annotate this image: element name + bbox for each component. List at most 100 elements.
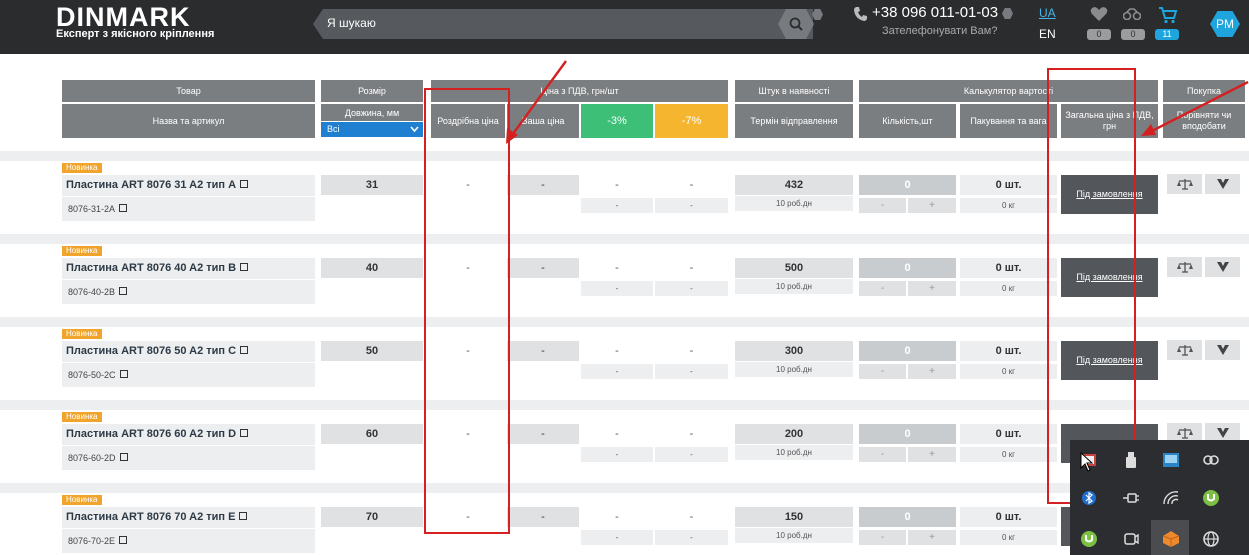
stock-cell: 432 xyxy=(735,175,853,195)
discount3-sub: - xyxy=(581,447,653,462)
compare-icon[interactable] xyxy=(1123,8,1141,20)
quantity-plus-button[interactable]: + xyxy=(908,198,956,213)
like-button[interactable] xyxy=(1205,257,1240,277)
quantity-input[interactable]: 0 xyxy=(859,424,956,444)
product-name[interactable]: Пластина ART 8076 50 A2 тип C xyxy=(62,341,315,362)
system-tray-popup xyxy=(1070,440,1249,555)
camera-icon[interactable] xyxy=(1120,528,1142,550)
search-options-icon[interactable] xyxy=(812,9,823,20)
copy-icon[interactable] xyxy=(119,370,128,378)
like-button[interactable] xyxy=(1205,174,1240,194)
copy-icon[interactable] xyxy=(240,346,249,354)
quantity-minus-button[interactable]: - xyxy=(859,364,906,379)
scales-icon xyxy=(1176,262,1193,273)
product-article: 8076-60-2D xyxy=(62,446,315,470)
compare-button[interactable] xyxy=(1167,257,1202,277)
product-name[interactable]: Пластина ART 8076 60 A2 тип D xyxy=(62,424,315,445)
article-text: 8076-50-2C xyxy=(68,370,116,380)
pack-cell: 0 шт. xyxy=(960,424,1057,444)
copy-icon[interactable] xyxy=(119,287,128,295)
stock-cell: 300 xyxy=(735,341,853,361)
quantity-plus-button[interactable]: + xyxy=(908,447,956,462)
phone-number[interactable]: +38 096 011-01-03 xyxy=(872,4,998,21)
annotation-box-retail xyxy=(424,88,510,534)
th-size: Розмір xyxy=(321,80,423,102)
th-discount-3: -3% xyxy=(581,104,653,138)
article-text: 8076-40-2B xyxy=(68,287,116,297)
wifi-icon[interactable] xyxy=(1160,487,1182,509)
weight-cell: 0 кг xyxy=(960,364,1057,379)
copy-icon[interactable] xyxy=(240,429,249,437)
quantity-minus-button[interactable]: - xyxy=(859,281,906,296)
like-button[interactable] xyxy=(1205,340,1240,360)
copy-icon[interactable] xyxy=(240,263,249,271)
your-price-cell: - xyxy=(507,341,579,361)
scales-icon xyxy=(1176,179,1193,190)
quantity-plus-button[interactable]: + xyxy=(908,281,956,296)
quantity-plus-button[interactable]: + xyxy=(908,530,956,545)
length-filter-value: Всі xyxy=(327,124,340,134)
quantity-input[interactable]: 0 xyxy=(859,507,956,527)
cart-icon[interactable] xyxy=(1158,6,1178,24)
discount3-cell: - xyxy=(615,345,619,357)
lang-en[interactable]: EN xyxy=(1039,27,1056,41)
copy-icon[interactable] xyxy=(119,453,128,461)
quantity-plus-button[interactable]: + xyxy=(908,364,956,379)
product-name-text[interactable]: Пластина ART 8076 40 A2 тип B xyxy=(66,262,236,274)
pack-cell: 0 шт. xyxy=(960,341,1057,361)
annotation-box-total xyxy=(1047,68,1136,504)
discount3-sub: - xyxy=(581,198,653,213)
your-price-cell: - xyxy=(507,258,579,278)
discount3-sub: - xyxy=(581,281,653,296)
callback-link[interactable]: Зателефонувати Вам? xyxy=(882,25,997,37)
search-input[interactable] xyxy=(327,10,767,36)
discount7-cell: - xyxy=(689,345,694,357)
globe-icon[interactable] xyxy=(1200,528,1222,550)
quantity-minus-button[interactable]: - xyxy=(859,530,906,545)
product-name-text[interactable]: Пластина ART 8076 70 A2 тип E xyxy=(66,511,235,523)
usb-drive-icon[interactable] xyxy=(1120,449,1142,471)
quantity-minus-button[interactable]: - xyxy=(859,447,906,462)
length-filter-select[interactable]: Всі xyxy=(321,122,423,137)
heart-shield-icon xyxy=(1216,345,1229,355)
quantity-minus-button[interactable]: - xyxy=(859,198,906,213)
quantity-input[interactable]: 0 xyxy=(859,175,956,195)
product-name[interactable]: Пластина ART 8076 40 A2 тип B xyxy=(62,258,315,279)
product-name-text[interactable]: Пластина ART 8076 50 A2 тип C xyxy=(66,345,236,357)
scales-icon xyxy=(1176,428,1193,439)
pack-cell: 0 шт. xyxy=(960,507,1057,527)
lang-ua[interactable]: UA xyxy=(1039,6,1056,20)
copy-icon[interactable] xyxy=(119,204,128,212)
your-price-cell: - xyxy=(507,507,579,527)
dispatch-cell: 10 роб.дн xyxy=(735,445,853,460)
copy-icon[interactable] xyxy=(119,536,128,544)
utorrent-icon-2[interactable] xyxy=(1078,528,1100,550)
discount7-cell: - xyxy=(689,262,694,274)
product-name-text[interactable]: Пластина ART 8076 31 A2 тип A xyxy=(66,179,236,191)
utorrent-icon[interactable] xyxy=(1200,487,1222,509)
compare-button[interactable] xyxy=(1167,174,1202,194)
product-name[interactable]: Пластина ART 8076 31 A2 тип A xyxy=(62,175,315,196)
copy-icon[interactable] xyxy=(240,180,249,188)
scales-icon xyxy=(1176,345,1193,356)
product-name-text[interactable]: Пластина ART 8076 60 A2 тип D xyxy=(66,428,236,440)
bluetooth-icon[interactable] xyxy=(1078,487,1100,509)
product-name[interactable]: Пластина ART 8076 70 A2 тип E xyxy=(62,507,315,528)
avatar[interactable]: PM xyxy=(1210,11,1240,37)
discount7-sub: - xyxy=(655,530,728,545)
display-settings-icon[interactable] xyxy=(1160,449,1182,471)
copy-icon[interactable] xyxy=(239,512,248,520)
box-app-icon[interactable] xyxy=(1160,528,1182,550)
discount3-cell: - xyxy=(615,428,619,440)
compare-button[interactable] xyxy=(1167,340,1202,360)
heart-icon[interactable] xyxy=(1090,6,1108,22)
weight-cell: 0 кг xyxy=(960,530,1057,545)
new-badge: Новинка xyxy=(62,412,102,422)
quantity-input[interactable]: 0 xyxy=(859,341,956,361)
quantity-input[interactable]: 0 xyxy=(859,258,956,278)
new-badge: Новинка xyxy=(62,495,102,505)
phone-options-icon[interactable] xyxy=(1002,8,1013,19)
link-icon[interactable] xyxy=(1200,449,1222,471)
product-article: 8076-70-2E xyxy=(62,529,315,553)
power-plug-icon[interactable] xyxy=(1120,487,1142,509)
